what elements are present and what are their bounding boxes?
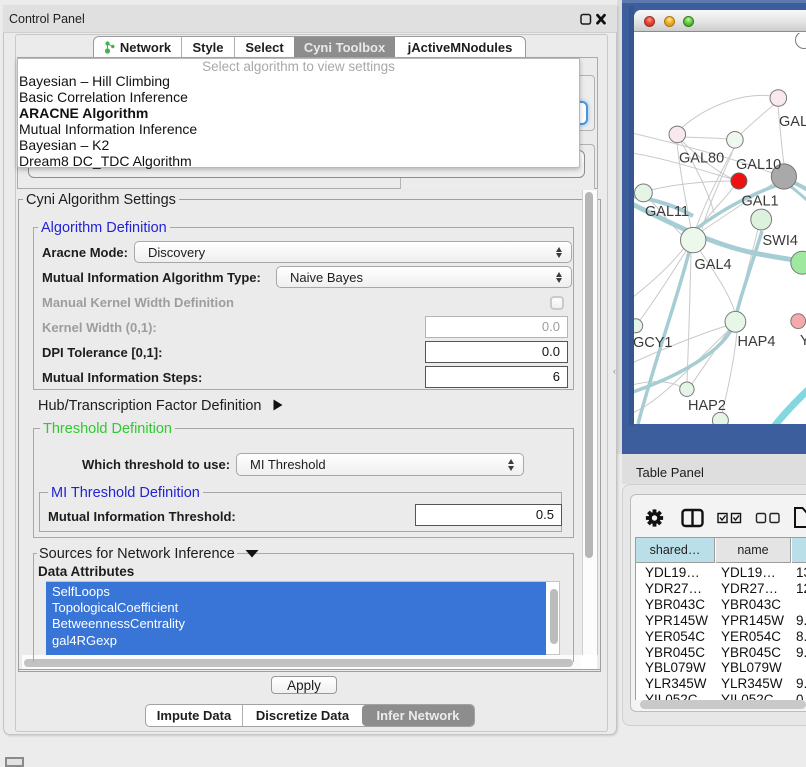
svg-text:GCY1: GCY1	[634, 335, 673, 351]
svg-text:HAP2: HAP2	[688, 398, 726, 414]
svg-text:GAL10: GAL10	[736, 157, 781, 173]
svg-text:GAL80: GAL80	[679, 151, 724, 167]
svg-text:GAL4: GAL4	[695, 257, 732, 273]
svg-text:HAP4: HAP4	[738, 334, 776, 350]
svg-text:Y: Y	[800, 333, 806, 349]
svg-text:GAL11: GAL11	[645, 204, 689, 220]
svg-text:SWI4: SWI4	[763, 233, 798, 249]
svg-text:GAL: GAL	[779, 114, 806, 130]
svg-text:GAL1: GAL1	[742, 194, 779, 210]
